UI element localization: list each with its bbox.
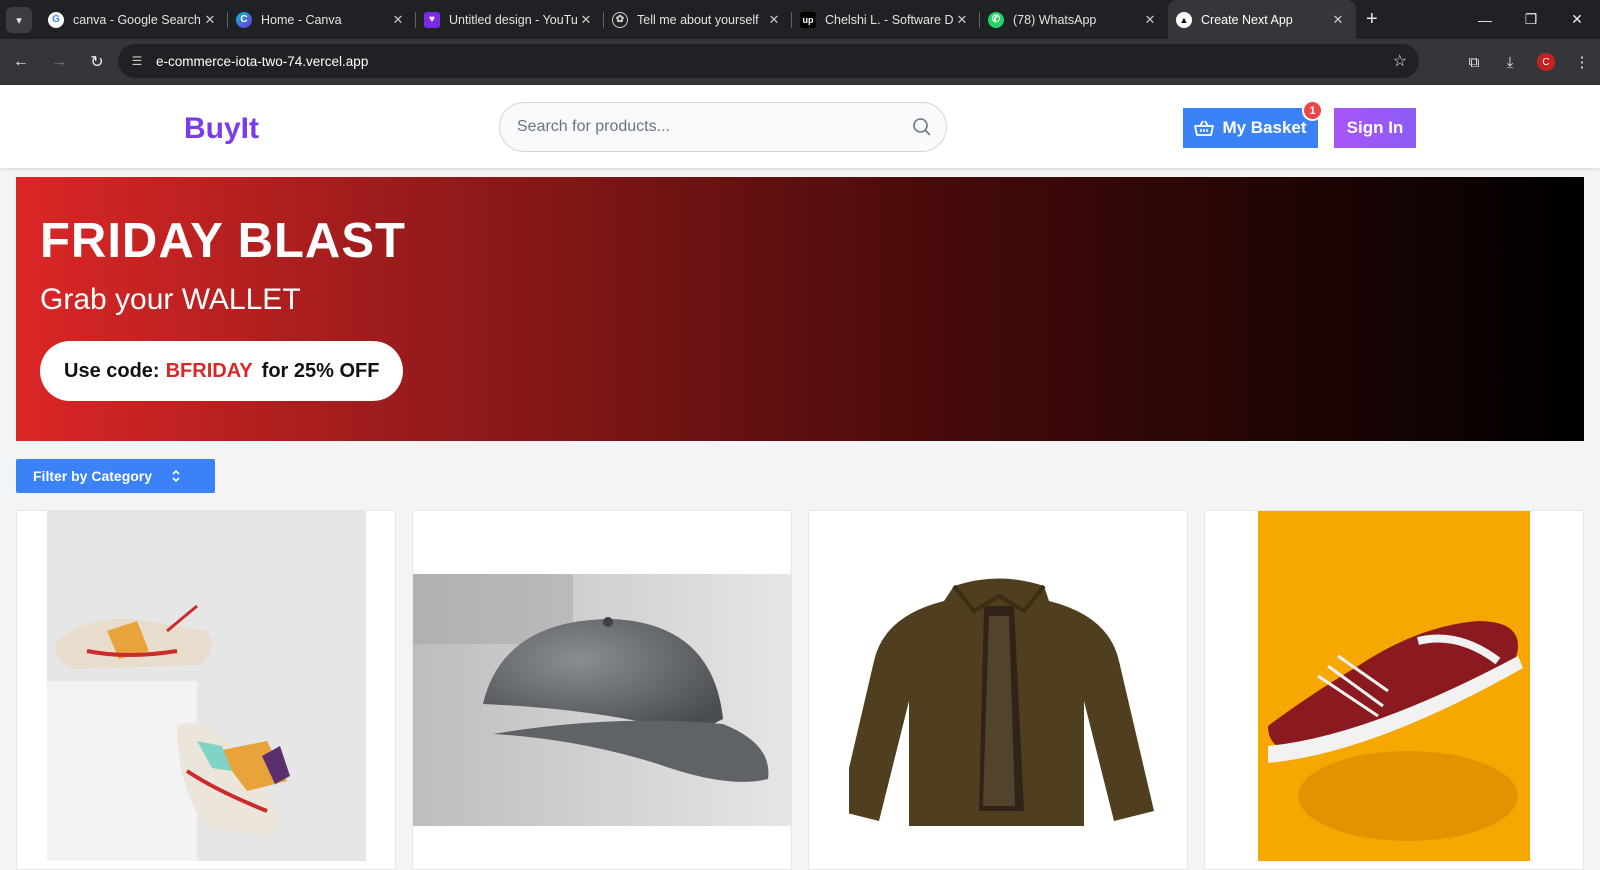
close-tab-icon[interactable]: ✕ bbox=[954, 12, 970, 28]
bookmark-star-icon[interactable]: ☆ bbox=[1393, 51, 1407, 71]
browser-tab-active[interactable]: ▲ Create Next App ✕ bbox=[1168, 0, 1356, 39]
window-controls: — ❐ ✕ bbox=[1462, 0, 1600, 39]
basket-icon bbox=[1194, 120, 1215, 136]
tab-title: Chelshi L. - Software Developer bbox=[825, 12, 954, 27]
menu-icon[interactable]: ⋮ bbox=[1564, 53, 1600, 71]
tab-title: Tell me about yourself bbox=[637, 12, 759, 27]
promo-banner: FRIDAY BLAST Grab your WALLET Use code: … bbox=[16, 177, 1584, 441]
browser-tab[interactable]: ♥ Untitled design - YouTube ✕ bbox=[416, 0, 604, 39]
close-tab-icon[interactable]: ✕ bbox=[1142, 12, 1158, 28]
download-icon[interactable]: ⤓ bbox=[1492, 54, 1528, 71]
product-image-sneakers bbox=[47, 511, 366, 861]
search-box bbox=[499, 102, 947, 152]
filter-label: Filter by Category bbox=[33, 468, 153, 484]
basket-count-badge: 1 bbox=[1302, 100, 1323, 121]
product-image-jacket bbox=[849, 578, 1154, 826]
close-window-icon[interactable]: ✕ bbox=[1554, 0, 1600, 39]
site-logo[interactable]: BuyIt bbox=[184, 112, 259, 146]
nextjs-icon: ▲ bbox=[1176, 11, 1192, 28]
minimize-icon[interactable]: — bbox=[1462, 0, 1508, 39]
site-header: BuyIt My Basket 1 Sign In bbox=[0, 85, 1600, 168]
product-card[interactable] bbox=[412, 510, 792, 870]
browser-tab-strip: ▾ G canva - Google Search ✕ C Home - Can… bbox=[0, 0, 1600, 39]
extensions-icon[interactable]: ⧉ bbox=[1456, 54, 1492, 71]
site-info-icon[interactable]: ☰ bbox=[122, 54, 152, 68]
tab-title: Create Next App bbox=[1201, 12, 1293, 27]
forward-icon[interactable]: → bbox=[42, 45, 76, 79]
search-icon[interactable] bbox=[912, 117, 932, 137]
promo-code-pill: Use code: BFRIDAY for 25% OFF bbox=[40, 341, 404, 401]
browser-tab[interactable]: up Chelshi L. - Software Developer ✕ bbox=[792, 0, 980, 39]
banner-title: FRIDAY BLAST bbox=[40, 214, 406, 268]
tab-title: Home - Canva bbox=[261, 12, 342, 27]
banner-subtitle: Grab your WALLET bbox=[40, 283, 301, 316]
product-image-red-sneaker bbox=[1258, 511, 1530, 861]
restore-icon[interactable]: ❐ bbox=[1508, 0, 1554, 39]
toolbar-actions: ⧉ ⤓ C ⋮ bbox=[1456, 39, 1600, 85]
product-card[interactable] bbox=[16, 510, 396, 870]
browser-toolbar: ← → ↻ ☰ e-commerce-iota-two-74.vercel.ap… bbox=[0, 39, 1600, 85]
close-tab-icon[interactable]: ✕ bbox=[390, 12, 406, 28]
basket-label: My Basket bbox=[1222, 118, 1307, 137]
url-text: e-commerce-iota-two-74.vercel.app bbox=[156, 53, 369, 69]
tab-search-button[interactable]: ▾ bbox=[6, 7, 32, 33]
close-tab-icon[interactable]: ✕ bbox=[766, 12, 782, 28]
sign-in-button[interactable]: Sign In bbox=[1334, 108, 1416, 148]
browser-tab[interactable]: G canva - Google Search ✕ bbox=[40, 0, 228, 39]
browser-tab[interactable]: ✆ (78) WhatsApp ✕ bbox=[980, 0, 1168, 39]
chevron-up-down-icon bbox=[172, 469, 180, 483]
promo-suffix: for 25% OFF bbox=[261, 359, 380, 382]
tab-list: G canva - Google Search ✕ C Home - Canva… bbox=[40, 0, 1378, 39]
close-tab-icon[interactable]: ✕ bbox=[578, 12, 594, 28]
tab-title: canva - Google Search bbox=[73, 12, 201, 27]
whatsapp-icon: ✆ bbox=[988, 11, 1004, 28]
tab-title: (78) WhatsApp bbox=[1013, 12, 1097, 27]
profile-avatar[interactable]: C bbox=[1537, 53, 1555, 71]
promo-prefix: Use code: bbox=[64, 359, 160, 382]
my-basket-button[interactable]: My Basket bbox=[1183, 108, 1318, 148]
product-image-cap bbox=[413, 574, 791, 826]
canva-heart-icon: ♥ bbox=[424, 11, 440, 28]
address-bar[interactable]: ☰ e-commerce-iota-two-74.vercel.app ☆ bbox=[118, 44, 1419, 78]
filter-by-category-select[interactable]: Filter by Category bbox=[16, 459, 215, 493]
product-card[interactable] bbox=[1204, 510, 1584, 870]
reload-icon[interactable]: ↻ bbox=[80, 45, 114, 79]
product-card[interactable] bbox=[808, 510, 1188, 870]
close-tab-icon[interactable]: ✕ bbox=[1330, 12, 1346, 28]
upwork-icon: up bbox=[800, 11, 816, 28]
google-icon: G bbox=[48, 11, 64, 28]
browser-tab[interactable]: C Home - Canva ✕ bbox=[228, 0, 416, 39]
browser-tab[interactable]: ✿ Tell me about yourself ✕ bbox=[604, 0, 792, 39]
chatgpt-icon: ✿ bbox=[612, 11, 628, 28]
close-tab-icon[interactable]: ✕ bbox=[202, 12, 218, 28]
back-icon[interactable]: ← bbox=[4, 45, 38, 79]
tab-title: Untitled design - YouTube bbox=[449, 12, 578, 27]
canva-icon: C bbox=[236, 11, 252, 28]
new-tab-button[interactable]: + bbox=[1366, 0, 1378, 39]
search-input[interactable] bbox=[517, 118, 897, 136]
promo-code: BFRIDAY bbox=[165, 359, 253, 382]
